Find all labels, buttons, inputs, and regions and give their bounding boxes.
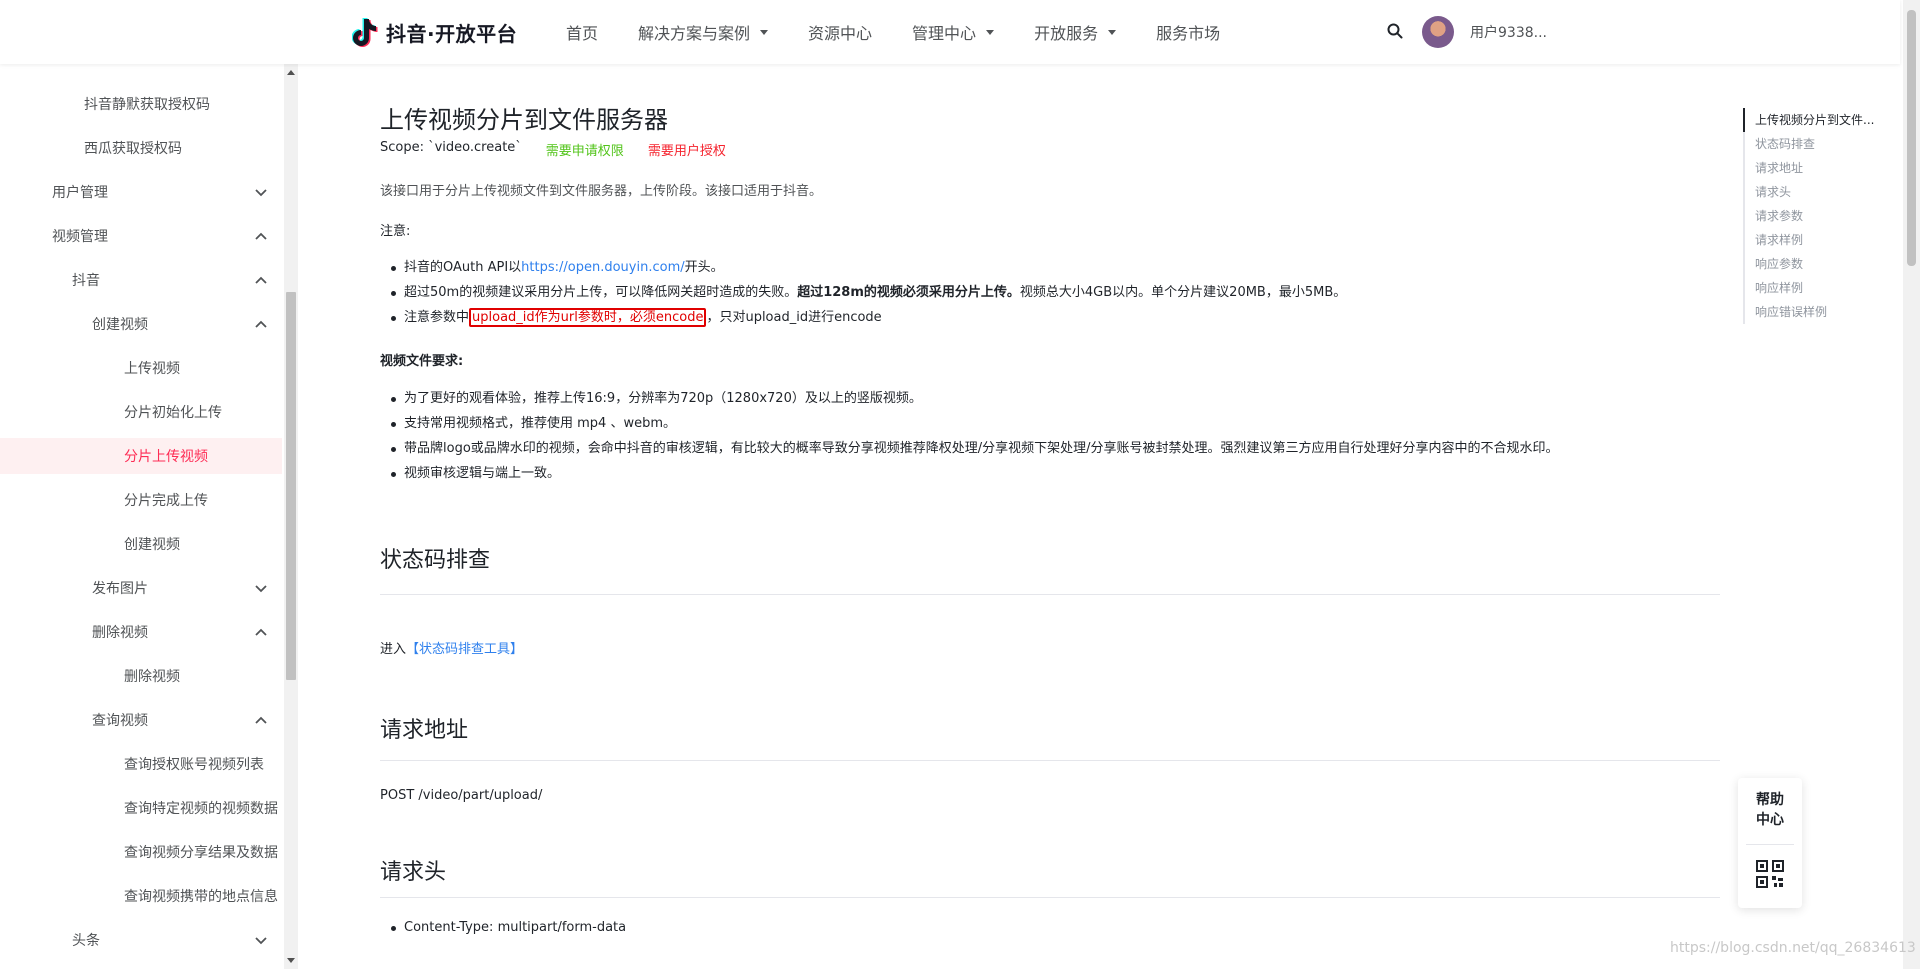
sidebar-item-8[interactable]: 分片上传视频 (0, 438, 282, 474)
sidebar-item-2[interactable]: 用户管理 (0, 174, 282, 210)
watermark: https://blog.csdn.net/qq_26834613 (1670, 940, 1916, 956)
request-url: POST /video/part/upload/ (380, 788, 543, 803)
toc-item-6[interactable]: 响应参数 (1745, 252, 1893, 276)
nav-item-4[interactable]: 开放服务 (1034, 20, 1117, 44)
scope-text: Scope: `video.create` (380, 140, 522, 155)
toc-item-7[interactable]: 响应样例 (1745, 276, 1893, 300)
doc-sidebar: 抖音静默获取授权码 西瓜获取授权码 用户管理 视频管理 抖音 创建视频 上传视频 分片初始化上… (0, 64, 284, 969)
list-item: 支持常用视频格式，推荐使用 mp4 、webm。 (391, 411, 1559, 436)
section-title-url: 请求地址 (380, 718, 469, 743)
list-item: 注意参数中 upload_id作为url参数时，必须encode ，只对upload… (390, 305, 1346, 330)
toc-item-0[interactable]: 上传视频分片到文件... (1743, 108, 1893, 132)
nav-item-3[interactable]: 管理中心 (912, 20, 995, 44)
api-base-link[interactable]: https://open.douyin.com/ (521, 260, 684, 275)
list-item: Content-Type: multipart/form-data (390, 915, 626, 940)
top-header: 抖音·开放平台 首页 解决方案与案例 资源中心 管理中心 开放服务 服务市场 用户9338… (0, 0, 1900, 64)
sidebar-item-19[interactable]: 头条 (0, 922, 282, 958)
section-title-headers: 请求头 (380, 860, 447, 885)
sidebar-item-17[interactable]: 查询视频分享结果及数据 (0, 834, 282, 870)
toc-item-5[interactable]: 请求样例 (1745, 228, 1893, 252)
douyin-open-platform-logo[interactable]: 抖音·开放平台 (352, 14, 517, 50)
chevron-up-icon[interactable] (254, 229, 268, 243)
user-auth-badge: 需要用户授权 (647, 144, 726, 159)
nav-item-2[interactable]: 资源中心 (808, 20, 872, 44)
chevron-up-icon[interactable] (254, 713, 268, 727)
help-center-button[interactable]: 帮助 中心 (1738, 790, 1802, 830)
list-item: 视频审核逻辑与端上一致。 (391, 461, 1559, 486)
section-title-status: 状态码排查 (380, 548, 491, 573)
logo-text: 抖音·开放平台 (386, 21, 518, 46)
help-widget: 帮助 中心 (1738, 778, 1802, 908)
sidebar-item-15[interactable]: 查询授权账号视频列表 (0, 746, 282, 782)
sidebar-scrollbar[interactable] (284, 64, 298, 969)
toc-item-3[interactable]: 请求头 (1745, 180, 1893, 204)
sidebar-item-12[interactable]: 删除视频 (0, 614, 282, 650)
sidebar-item-1[interactable]: 西瓜获取授权码 (0, 130, 282, 166)
permission-badge: 需要申请权限 (545, 144, 624, 159)
chevron-up-icon[interactable] (254, 317, 268, 331)
caret-down-icon (1108, 29, 1117, 35)
sidebar-item-7[interactable]: 分片初始化上传 (0, 394, 282, 430)
caret-down-icon (986, 29, 995, 35)
divider (380, 897, 1720, 898)
status-tool-line: 进入【状态码排查工具】 (380, 642, 524, 657)
video-req-list: 为了更好的观看体验，推荐上传16:9，分辨率为720p（1280x720）及以上… (391, 386, 1559, 486)
list-item: 带品牌logo或品牌水印的视频，会命中抖音的审核逻辑，有比较大的概率导致分享视频… (391, 436, 1559, 461)
headers-list: Content-Type: multipart/form-data (390, 915, 626, 940)
sidebar-item-9[interactable]: 分片完成上传 (0, 482, 282, 518)
toc-item-1[interactable]: 状态码排查 (1745, 132, 1893, 156)
nav-item-0[interactable]: 首页 (566, 20, 598, 44)
chevron-down-icon[interactable] (254, 581, 268, 595)
chevron-down-icon[interactable] (254, 185, 268, 199)
divider (380, 760, 1720, 761)
user-avatar[interactable] (1422, 16, 1454, 48)
sidebar-item-13[interactable]: 删除视频 (0, 658, 282, 694)
notice-label: 注意: (380, 224, 411, 239)
notice-list: 抖音的OAuth API以https://open.douyin.com/开头。… (390, 255, 1346, 330)
page-scroll-thumb[interactable] (1907, 10, 1916, 266)
sidebar-item-14[interactable]: 查询视频 (0, 702, 282, 738)
video-req-label: 视频文件要求: (380, 354, 464, 369)
sidebar-item-3[interactable]: 视频管理 (0, 218, 282, 254)
sidebar-item-18[interactable]: 查询视频携带的地点信息 (0, 878, 282, 914)
qr-code-icon[interactable] (1756, 860, 1784, 888)
chevron-down-icon[interactable] (254, 933, 268, 947)
intro-text: 该接口用于分片上传视频文件到文件服务器，上传阶段。该接口适用于抖音。 (380, 184, 823, 199)
toc-item-8[interactable]: 响应错误样例 (1745, 300, 1893, 324)
sidebar-item-6[interactable]: 上传视频 (0, 350, 282, 386)
list-item: 超过50m的视频建议采用分片上传，可以降低网关超时造成的失败。超过128m的视频… (390, 280, 1346, 305)
nav-item-1[interactable]: 解决方案与案例 (638, 20, 769, 44)
page-scrollbar[interactable] (1903, 0, 1920, 969)
nav-item-5[interactable]: 服务市场 (1156, 20, 1220, 44)
douyin-logo-icon (352, 18, 378, 47)
main-nav: 首页 解决方案与案例 资源中心 管理中心 开放服务 服务市场 (566, 0, 1260, 64)
list-item: 为了更好的观看体验，推荐上传16:9，分辨率为720p（1280x720）及以上… (391, 386, 1559, 411)
chevron-up-icon[interactable] (254, 273, 268, 287)
status-tool-link[interactable]: 【状态码排查工具】 (406, 642, 523, 657)
page-title: 上传视频分片到文件服务器 (380, 106, 668, 134)
scope-line: Scope: `video.create` 需要申请权限 需要用户授权 (380, 140, 726, 159)
sidebar-item-5[interactable]: 创建视频 (0, 306, 282, 342)
table-of-contents: 上传视频分片到文件... 状态码排查 请求地址 请求头 请求参数 请求样例 响应参数 响应样例… (1743, 108, 1893, 324)
sidebar-item-11[interactable]: 发布图片 (0, 570, 282, 606)
sidebar-item-0[interactable]: 抖音静默获取授权码 (0, 86, 282, 122)
caret-down-icon (760, 29, 769, 35)
sidebar-item-4[interactable]: 抖音 (0, 262, 282, 298)
sidebar-item-16[interactable]: 查询特定视频的视频数据 (0, 790, 282, 826)
chevron-up-icon[interactable] (254, 625, 268, 639)
user-name[interactable]: 用户9338... (1470, 22, 1547, 42)
divider (380, 594, 1720, 595)
toc-item-2[interactable]: 请求地址 (1745, 156, 1893, 180)
divider (1746, 844, 1794, 845)
list-item: 抖音的OAuth API以https://open.douyin.com/开头。 (390, 255, 1346, 280)
encode-warning-highlight: upload_id作为url参数时，必须encode (469, 308, 707, 327)
toc-item-4[interactable]: 请求参数 (1745, 204, 1893, 228)
doc-content: 上传视频分片到文件服务器 Scope: `video.create` 需要申请权… (380, 64, 1720, 969)
sidebar-item-10[interactable]: 创建视频 (0, 526, 282, 562)
sidebar-scroll-thumb[interactable] (286, 292, 296, 680)
search-icon[interactable] (1386, 22, 1404, 40)
scroll-down-arrow-icon[interactable] (287, 958, 295, 963)
scroll-up-arrow-icon[interactable] (287, 70, 295, 75)
